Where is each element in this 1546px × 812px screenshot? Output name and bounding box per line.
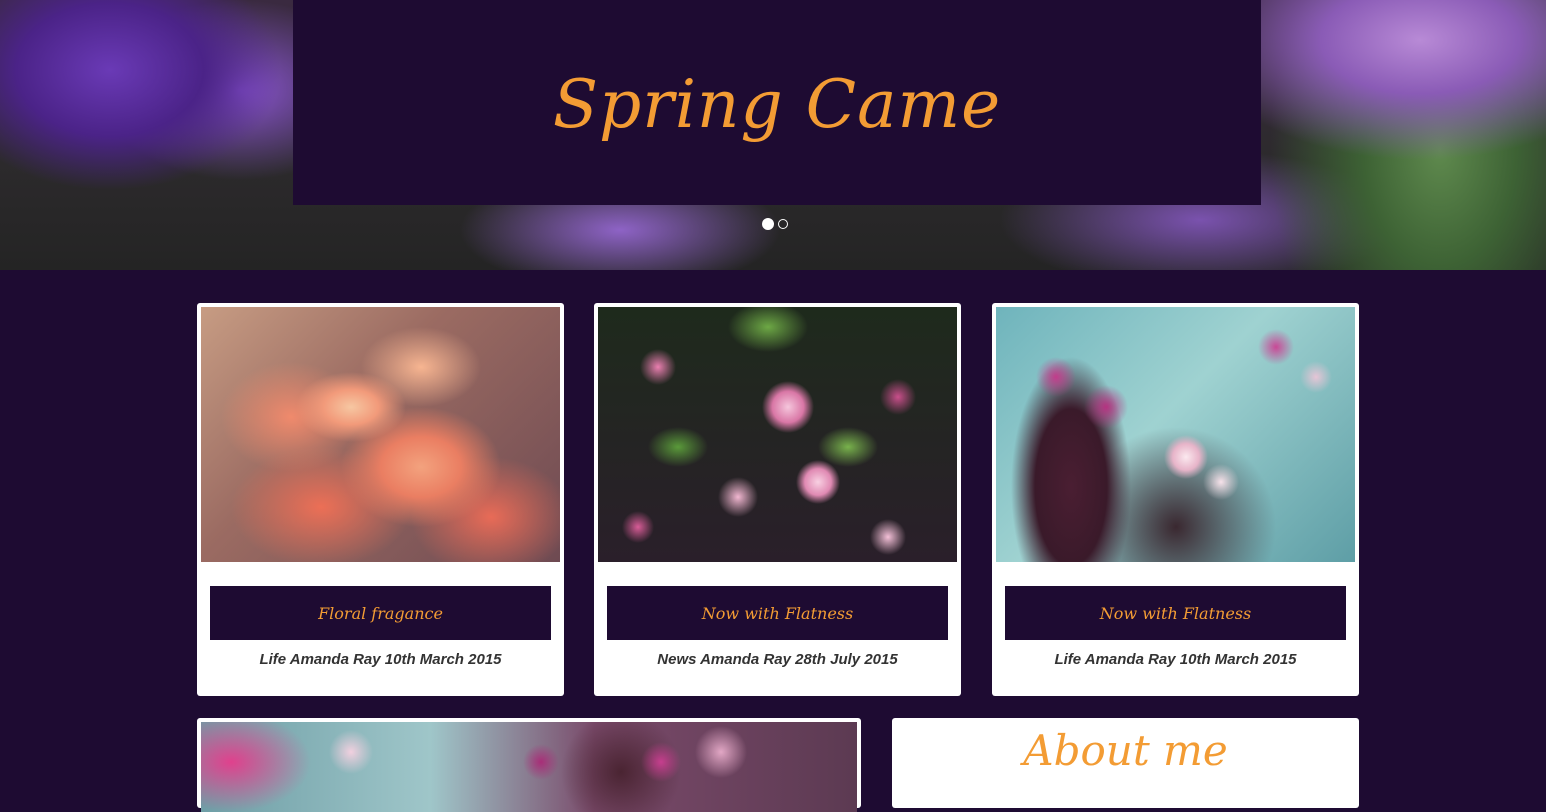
site-title: Spring Came xyxy=(552,66,1002,143)
hero-slider: Spring Came xyxy=(0,0,1546,270)
post-image[interactable] xyxy=(598,307,957,562)
post-image[interactable] xyxy=(201,307,560,562)
about-title: About me xyxy=(1023,726,1228,775)
post-card: Now with Flatness News Amanda Ray 28th J… xyxy=(594,303,961,696)
slider-dots xyxy=(762,218,788,230)
about-widget: About me xyxy=(892,718,1359,808)
post-title-button[interactable]: Now with Flatness xyxy=(607,586,948,640)
post-title-button[interactable]: Now with Flatness xyxy=(1005,586,1346,640)
post-title-button[interactable]: Floral fragance xyxy=(210,586,551,640)
featured-image[interactable] xyxy=(201,722,857,812)
post-meta: News Amanda Ray 28th July 2015 xyxy=(657,651,898,668)
post-card: Now with Flatness Life Amanda Ray 10th M… xyxy=(992,303,1359,696)
slider-dot-2[interactable] xyxy=(778,219,788,229)
post-meta: Life Amanda Ray 10th March 2015 xyxy=(1054,651,1297,668)
post-card: Floral fragance Life Amanda Ray 10th Mar… xyxy=(197,303,564,696)
hero-banner: Spring Came xyxy=(293,0,1261,205)
post-meta: Life Amanda Ray 10th March 2015 xyxy=(259,651,502,668)
slider-dot-1[interactable] xyxy=(762,218,774,230)
post-image[interactable] xyxy=(996,307,1355,562)
featured-post xyxy=(197,718,861,812)
